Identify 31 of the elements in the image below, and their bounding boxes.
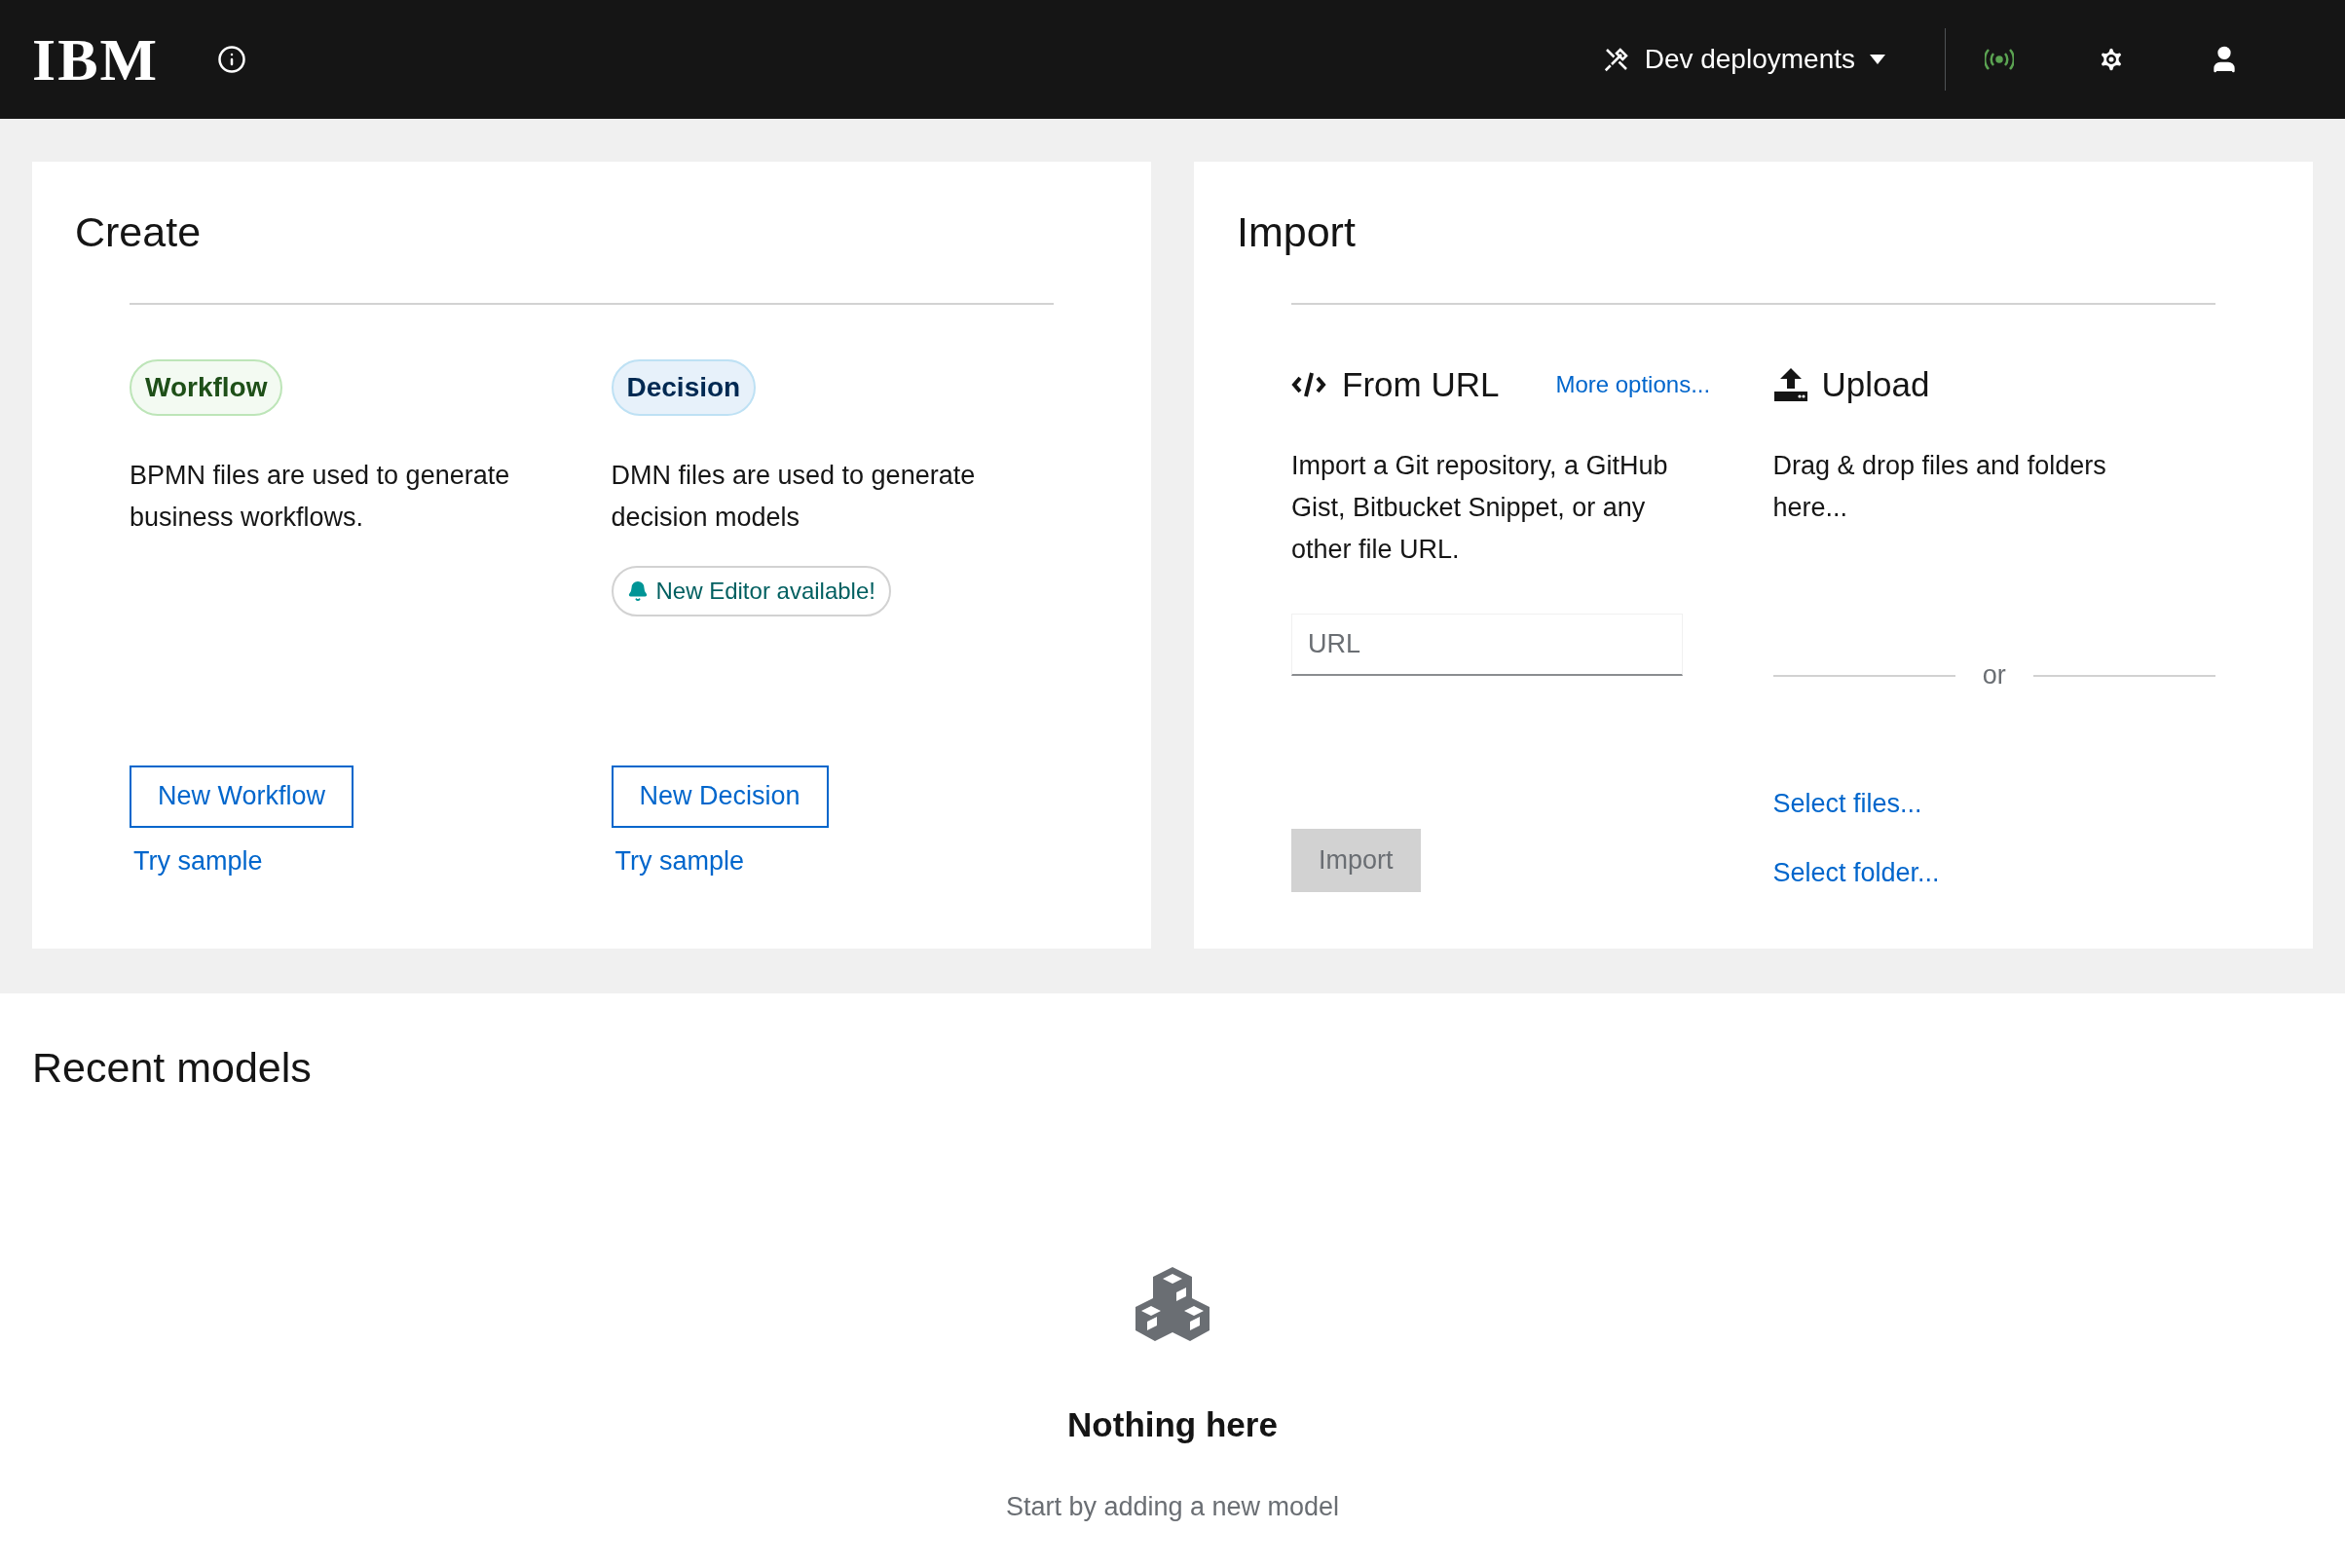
section-title: From URL: [1342, 363, 1500, 405]
select-link[interactable]: Select files...: [1772, 784, 1940, 824]
description: Drag & drop files and folders here...: [1772, 450, 2107, 525]
category-tag: Decision: [611, 358, 757, 416]
upload-icon: [1772, 367, 1808, 402]
select-link[interactable]: Select folder...: [1772, 852, 1940, 892]
description: BPMN files are used to generate business workflows.: [130, 459, 511, 534]
description: Import a Git repository, a GitHub Gist, Bitbucket Snippet, or any other file URL.: [1291, 450, 1669, 567]
caret-icon: [1869, 54, 1886, 65]
new-button[interactable]: New Workflow: [130, 765, 354, 828]
url-field[interactable]: URL: [1291, 614, 1683, 677]
section-heading: Recent models: [32, 1043, 313, 1093]
card-title: Create: [75, 207, 203, 257]
more-options-link[interactable]: More options...: [1555, 367, 1711, 402]
new-button[interactable]: New Decision: [611, 765, 829, 828]
code-icon: [1291, 371, 1326, 398]
empty-title: Nothing here: [1067, 1403, 1278, 1445]
deployments-dropdown[interactable]: Dev deployments: [1582, 39, 1906, 80]
description: DMN files are used to generate decision models: [611, 459, 977, 534]
section-title: Upload: [1821, 363, 1930, 405]
try-sample-link[interactable]: Try sample: [614, 840, 745, 880]
empty-subtitle: Start by adding a new model: [1005, 1491, 1340, 1523]
separator-text: or: [1982, 659, 2006, 692]
bell-icon: [626, 579, 649, 602]
card-title: Import: [1237, 207, 1357, 257]
notice-badge: New Editor available!: [611, 565, 891, 616]
info-icon[interactable]: [217, 45, 246, 74]
logo[interactable]: IBM: [32, 29, 159, 90]
signal-icon[interactable]: [1985, 49, 2014, 70]
category-tag: Workflow: [130, 358, 283, 416]
try-sample-link[interactable]: Try sample: [133, 840, 263, 880]
